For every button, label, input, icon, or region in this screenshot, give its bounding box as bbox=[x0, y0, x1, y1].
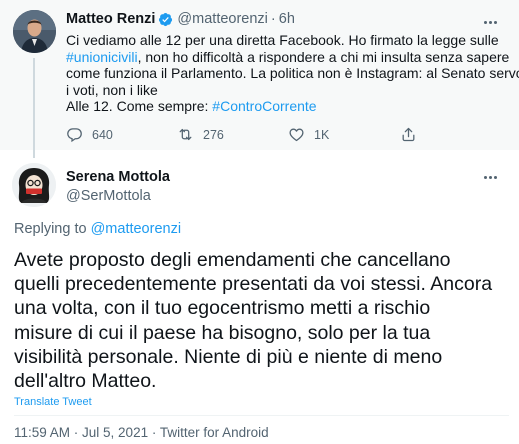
hashtag-link[interactable]: #ControCorrente bbox=[212, 98, 316, 114]
avatar-serena-mottola[interactable] bbox=[12, 163, 56, 207]
translate-tweet-link[interactable]: Translate Tweet bbox=[14, 396, 92, 408]
parent-tweet[interactable]: Matteo Renzi @matteorenzi · 6h Ci vediam… bbox=[0, 0, 519, 150]
author-name[interactable]: Matteo Renzi bbox=[66, 11, 155, 27]
separator-dot: · bbox=[270, 11, 276, 27]
verified-badge-icon bbox=[159, 12, 173, 26]
replying-to: Replying to @matteorenzi bbox=[14, 221, 181, 237]
thread-connector-line bbox=[33, 58, 35, 158]
more-options-icon[interactable] bbox=[481, 13, 499, 31]
tweet-text-line: Avete proposto degli emendamenti che can… bbox=[14, 249, 451, 271]
replying-to-label: Replying to bbox=[14, 221, 87, 237]
replying-to-link[interactable]: @matteorenzi bbox=[91, 221, 181, 237]
retweet-icon bbox=[179, 128, 192, 141]
parent-tweet-text: Ci vediamo alle 12 per una diretta Faceb… bbox=[66, 32, 519, 115]
like-button[interactable]: 1K bbox=[288, 126, 329, 143]
retweet-count: 276 bbox=[203, 127, 224, 142]
hashtag-link[interactable]: #unionicivili bbox=[66, 49, 138, 65]
tweet-time[interactable]: 6h bbox=[279, 11, 295, 27]
reply-author-name[interactable]: Serena Mottola bbox=[66, 169, 170, 185]
share-icon bbox=[402, 127, 415, 142]
reply-button[interactable]: 640 bbox=[66, 126, 113, 143]
tweet-text-segment: Alle 12. Come sempre: bbox=[66, 98, 213, 114]
divider bbox=[14, 415, 509, 416]
tweet-text-line: misure di cui il paese ha bisogno, solo … bbox=[14, 321, 431, 344]
more-options-icon[interactable] bbox=[481, 168, 499, 186]
tweet-text-line: come funziona il Parlamento. La politica… bbox=[66, 65, 519, 81]
share-button[interactable] bbox=[400, 126, 417, 143]
avatar-matteo-renzi[interactable] bbox=[13, 10, 56, 53]
author-handle[interactable]: @matteorenzi bbox=[177, 11, 267, 27]
tweet-text-line: visibilità personale. Niente di più e ni… bbox=[14, 345, 443, 368]
tweet-text-line: una volta, con il tuo egocentrismo metti… bbox=[14, 297, 431, 320]
tweet-text-line: dell'altro Matteo. bbox=[14, 370, 157, 393]
tweet-text-line: #unionicivili, non ho difficoltà a rispo… bbox=[66, 49, 509, 66]
reply-tweet-text: Avete proposto degli emendamenti che can… bbox=[14, 248, 509, 393]
like-icon bbox=[289, 128, 304, 142]
like-count: 1K bbox=[314, 127, 330, 142]
tweet-text-line: Ci vediamo alle 12 per una diretta Faceb… bbox=[66, 32, 499, 48]
tweet-timestamp-source[interactable]: 11:59 AM · Jul 5, 2021 · Twitter for And… bbox=[14, 425, 269, 440]
tweet-text-line: quelli precedentemente presentati da voi… bbox=[14, 273, 493, 296]
reply-author-handle[interactable]: @SerMottola bbox=[66, 188, 151, 204]
tweet-text-segment: , non ho difficoltà a rispondere a chi m… bbox=[137, 48, 510, 65]
retweet-button[interactable]: 276 bbox=[177, 126, 224, 143]
tweet-text-line: Alle 12. Come sempre: #ControCorrente bbox=[66, 98, 506, 115]
parent-tweet-header: Matteo Renzi @matteorenzi · 6h bbox=[66, 11, 295, 27]
tweet-actions: 640 276 1K bbox=[66, 126, 506, 144]
reply-count: 640 bbox=[92, 127, 113, 142]
reply-icon bbox=[67, 128, 82, 143]
tweet-text-line: i voti, non i like bbox=[66, 81, 158, 98]
